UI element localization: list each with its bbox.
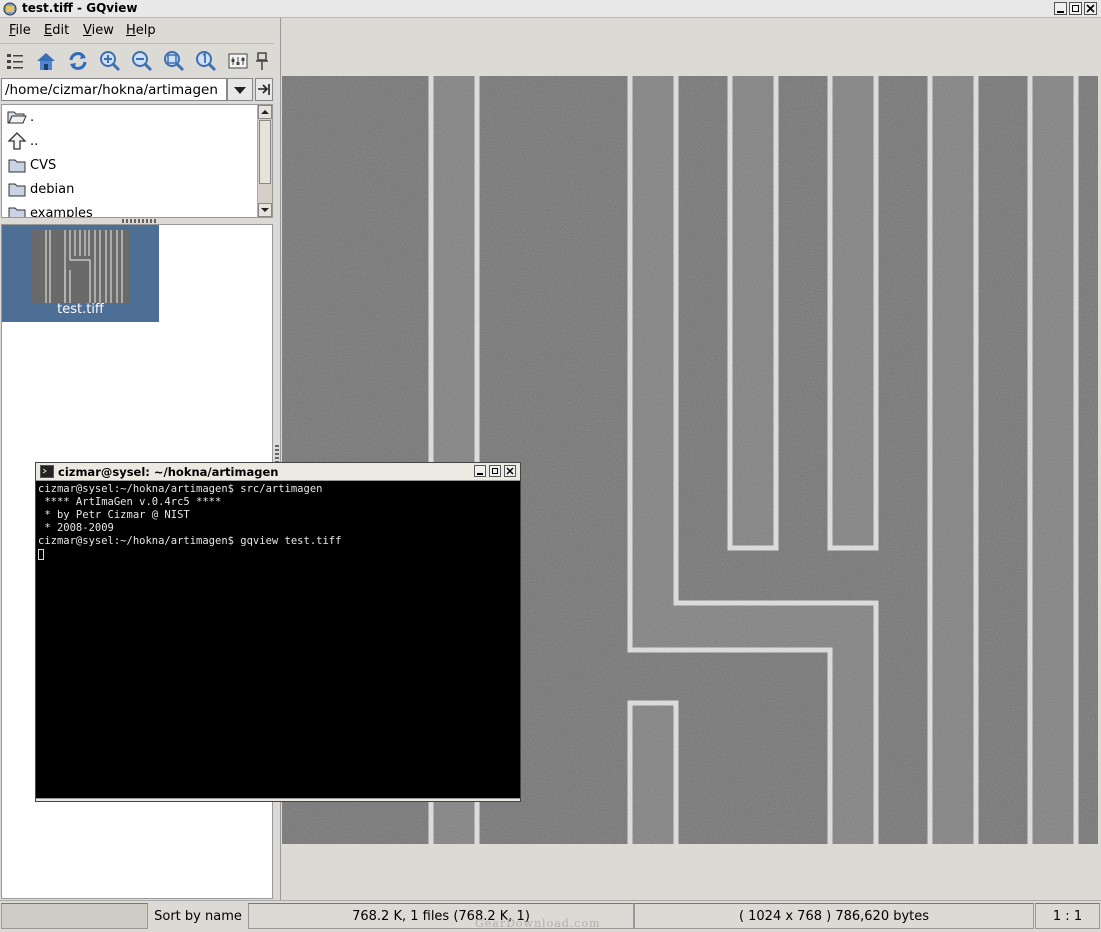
zoom-1to1-button[interactable] bbox=[194, 49, 218, 73]
refresh-button[interactable] bbox=[66, 49, 90, 73]
status-progress bbox=[1, 903, 148, 929]
folder-list: . .. CVS debian examples bbox=[1, 104, 273, 218]
folder-icon bbox=[8, 207, 26, 217]
folder-list-scrollbar[interactable] bbox=[257, 105, 272, 217]
status-zoom: 1 : 1 bbox=[1035, 903, 1100, 929]
pane-splitter[interactable] bbox=[122, 219, 156, 223]
terminal-cursor bbox=[38, 548, 44, 560]
scroll-thumb[interactable] bbox=[259, 120, 271, 184]
list-item[interactable]: debian bbox=[2, 177, 258, 201]
close-icon bbox=[1086, 4, 1095, 13]
terminal-line: * by Petr Cizmar @ NIST bbox=[38, 509, 190, 521]
terminal-titlebar[interactable]: cizmar@sysel: ~/hokna/artimagen bbox=[36, 463, 520, 481]
status-image-info: ( 1024 x 768 ) 786,620 bytes bbox=[634, 903, 1034, 929]
thumbnail-label: test.tiff bbox=[57, 302, 104, 317]
maximize-button[interactable] bbox=[1069, 2, 1082, 15]
home-button[interactable] bbox=[34, 49, 58, 73]
watermark: GearDownload.com bbox=[475, 917, 601, 930]
zoom-fit-icon bbox=[164, 51, 185, 72]
up-arrow-icon bbox=[7, 132, 27, 150]
scroll-up-icon[interactable] bbox=[258, 105, 272, 119]
zoom-out-icon bbox=[132, 51, 153, 72]
close-button[interactable] bbox=[1084, 2, 1097, 15]
terminal-icon bbox=[40, 465, 54, 478]
menubar: File Edit View Help bbox=[0, 18, 274, 44]
folder-icon bbox=[8, 159, 26, 172]
menu-file[interactable]: File bbox=[9, 23, 31, 38]
menu-edit[interactable]: Edit bbox=[44, 23, 69, 38]
thumbnail-image bbox=[32, 230, 129, 303]
zoom-in-icon bbox=[100, 51, 121, 72]
path-input[interactable] bbox=[1, 78, 227, 101]
terminal-line: cizmar@sysel:~/hokna/artimagen$ gqview t… bbox=[38, 535, 342, 547]
terminal-minimize-button[interactable] bbox=[474, 465, 486, 477]
path-bar bbox=[0, 77, 274, 103]
float-icon bbox=[256, 52, 268, 70]
list-item[interactable]: . bbox=[2, 105, 258, 129]
terminal-line: **** ArtImaGen v.0.4rc5 **** bbox=[38, 496, 222, 508]
terminal-window[interactable]: cizmar@sysel: ~/hokna/artimagen cizmar@s… bbox=[35, 462, 521, 802]
vertical-splitter[interactable] bbox=[275, 445, 279, 463]
open-folder-icon bbox=[7, 111, 27, 124]
terminal-title: cizmar@sysel: ~/hokna/artimagen bbox=[58, 465, 279, 479]
refresh-icon bbox=[69, 52, 87, 70]
home-icon bbox=[37, 53, 55, 70]
zoom-out-button[interactable] bbox=[130, 49, 154, 73]
float-button[interactable] bbox=[252, 49, 272, 73]
terminal-output[interactable]: cizmar@sysel:~/hokna/artimagen$ src/arti… bbox=[38, 483, 518, 561]
scroll-down-icon[interactable] bbox=[258, 203, 272, 217]
window-titlebar[interactable]: test.tiff - GQview bbox=[0, 0, 1101, 18]
folder-icon bbox=[8, 183, 26, 196]
zoom-fit-button[interactable] bbox=[162, 49, 186, 73]
thumbnails-toggle-button[interactable] bbox=[3, 49, 27, 73]
app-icon bbox=[3, 2, 17, 16]
sort-button[interactable]: Sort by name bbox=[148, 903, 248, 929]
configure-icon bbox=[228, 53, 248, 69]
path-go-button[interactable] bbox=[255, 78, 273, 101]
terminal-close-button[interactable] bbox=[504, 465, 516, 477]
terminal-maximize-button[interactable] bbox=[489, 465, 501, 477]
list-item[interactable]: .. bbox=[2, 129, 258, 153]
close-icon bbox=[506, 467, 514, 475]
terminal-bottom-border bbox=[36, 798, 520, 801]
zoom-1to1-icon bbox=[196, 51, 217, 72]
thumbnails-toggle-icon bbox=[7, 54, 23, 69]
path-history-dropdown[interactable] bbox=[227, 78, 253, 101]
menu-help[interactable]: Help bbox=[126, 23, 156, 38]
toolbar bbox=[0, 45, 274, 77]
go-arrow-icon bbox=[258, 84, 270, 95]
list-item[interactable]: CVS bbox=[2, 153, 258, 177]
minimize-button[interactable] bbox=[1054, 2, 1067, 15]
chevron-down-icon bbox=[234, 87, 246, 94]
configure-button[interactable] bbox=[226, 49, 250, 73]
thumbnail-item[interactable]: test.tiff bbox=[2, 225, 159, 322]
window-title: test.tiff - GQview bbox=[22, 1, 138, 15]
list-item[interactable]: examples bbox=[2, 201, 258, 217]
zoom-in-button[interactable] bbox=[98, 49, 122, 73]
menu-view[interactable]: View bbox=[83, 23, 114, 38]
terminal-line: * 2008-2009 bbox=[38, 522, 114, 534]
terminal-line: cizmar@sysel:~/hokna/artimagen$ src/arti… bbox=[38, 483, 323, 495]
